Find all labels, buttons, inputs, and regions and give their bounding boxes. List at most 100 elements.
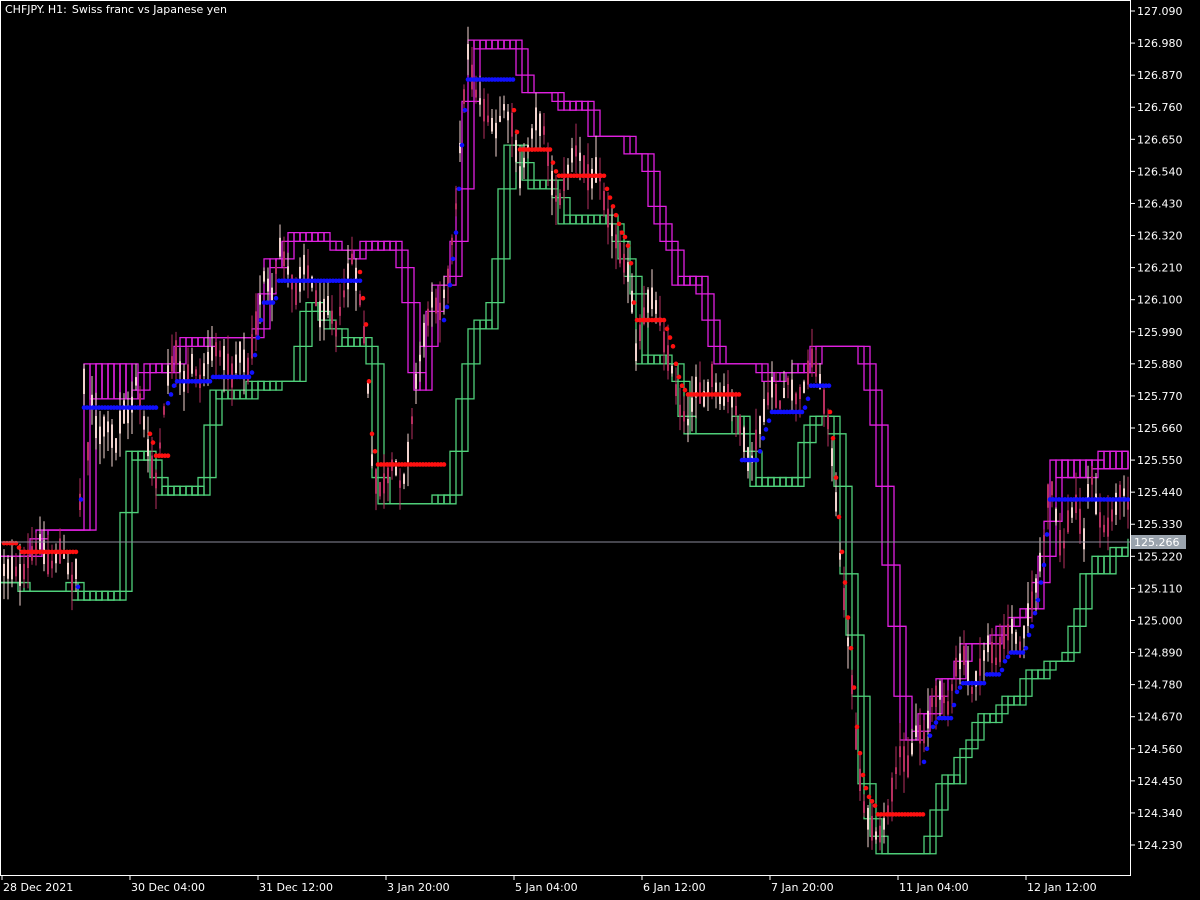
candle-body [327,295,329,316]
candle-body [1071,507,1073,518]
stop-dot [153,405,159,410]
candle-body [667,345,669,371]
candle-body [963,645,965,665]
y-tick-label: 124.670 [1137,711,1183,724]
stop-dot [1041,562,1047,568]
x-tick-label: 7 Jan 20:00 [771,881,834,894]
stop-dot [957,685,963,690]
stop-dot [150,440,156,445]
y-tick-label: 126.650 [1137,133,1183,146]
candle-body [815,362,817,377]
stop-dot [255,335,261,340]
candle-body [1027,603,1029,626]
stop-dot [1044,532,1050,537]
candle-body [715,382,717,392]
candle-body [879,825,881,843]
stop-dot [360,295,366,301]
y-tick-label: 125.770 [1137,390,1183,403]
candle-body [195,369,197,376]
candle-body [1083,528,1085,550]
candle-body [767,392,769,406]
candle-body [343,290,345,298]
candle-body [235,354,237,374]
candle-body [463,89,465,104]
candle-body [891,777,893,802]
stop-dot [848,645,854,651]
candle-body [371,454,373,466]
stop-dot [453,230,459,235]
x-tick-label: 6 Jan 12:00 [643,881,706,894]
stop-dot [854,724,860,730]
candle-body [71,574,73,591]
candle-body [1103,524,1105,533]
x-tick-label: 28 Dec 2021 [3,881,73,894]
candle-body [979,658,981,676]
stop-dot [921,759,927,765]
stop-dot [872,803,878,808]
candle-body [895,767,897,775]
y-tick-label: 125.880 [1137,358,1183,371]
candle-body [859,768,861,792]
candle-body [103,416,105,437]
candle-body [623,253,625,273]
candle-body [687,418,689,426]
candle-body [883,818,885,830]
candle-body [351,253,353,265]
y-tick-label: 126.100 [1137,294,1183,307]
stop-dot [839,549,845,555]
candle-body [211,346,213,361]
candle-body [411,416,413,425]
candle-body [635,343,637,362]
candle-body [627,262,629,282]
stop-dot [459,142,465,148]
y-tick-label: 124.780 [1137,679,1183,692]
y-tick-label: 126.210 [1137,262,1183,275]
stop-dot [760,435,766,441]
y-tick-label: 126.760 [1137,101,1183,114]
candle-body [367,382,369,394]
stop-dot [622,234,628,240]
candle-body [959,653,961,670]
stop-dot [16,545,22,550]
chart-title: CHFJPY. H1: Swiss franc vs Japanese yen [5,3,227,16]
stop-dot [996,672,1002,677]
stop-dot [933,720,939,725]
candle-body [483,98,485,122]
candle-body [115,438,117,453]
candle-body [419,354,421,362]
candle-body [1047,484,1049,508]
candle-body [439,302,441,320]
y-tick-label: 125.550 [1137,454,1183,467]
price-chart[interactable]: 127.090 126.980 126.870 126.760 126.650 126.5… [0,0,1200,900]
stop-dot [246,374,252,380]
candle-body [135,377,137,386]
candle-body [319,301,321,328]
stop-dot [165,400,171,406]
candle-body [923,730,925,744]
timeframe-label: H1: [47,3,67,16]
stop-dot [357,278,363,284]
candle-body [303,254,305,275]
stop-dot [462,107,468,113]
candle-body [167,365,169,386]
stop-dot [372,449,378,454]
stop-dot [550,160,556,165]
candle-body [611,223,613,237]
candle-body [543,126,545,135]
stop-dot [441,462,447,467]
candle-body [491,117,493,132]
stop-dot [1038,580,1044,585]
candle-body [143,416,145,430]
candle-body [511,112,513,137]
stop-dot [369,431,375,437]
candle-body [363,325,365,344]
stop-dot [682,387,688,393]
candle-body [839,552,841,560]
stop-dot [1023,645,1029,651]
stop-dot [604,186,610,192]
candle-body [579,152,581,161]
current-price-label: 125.266 [1134,536,1180,549]
candle-body [219,350,221,357]
stop-dot [661,317,667,323]
candle-body [919,724,921,744]
